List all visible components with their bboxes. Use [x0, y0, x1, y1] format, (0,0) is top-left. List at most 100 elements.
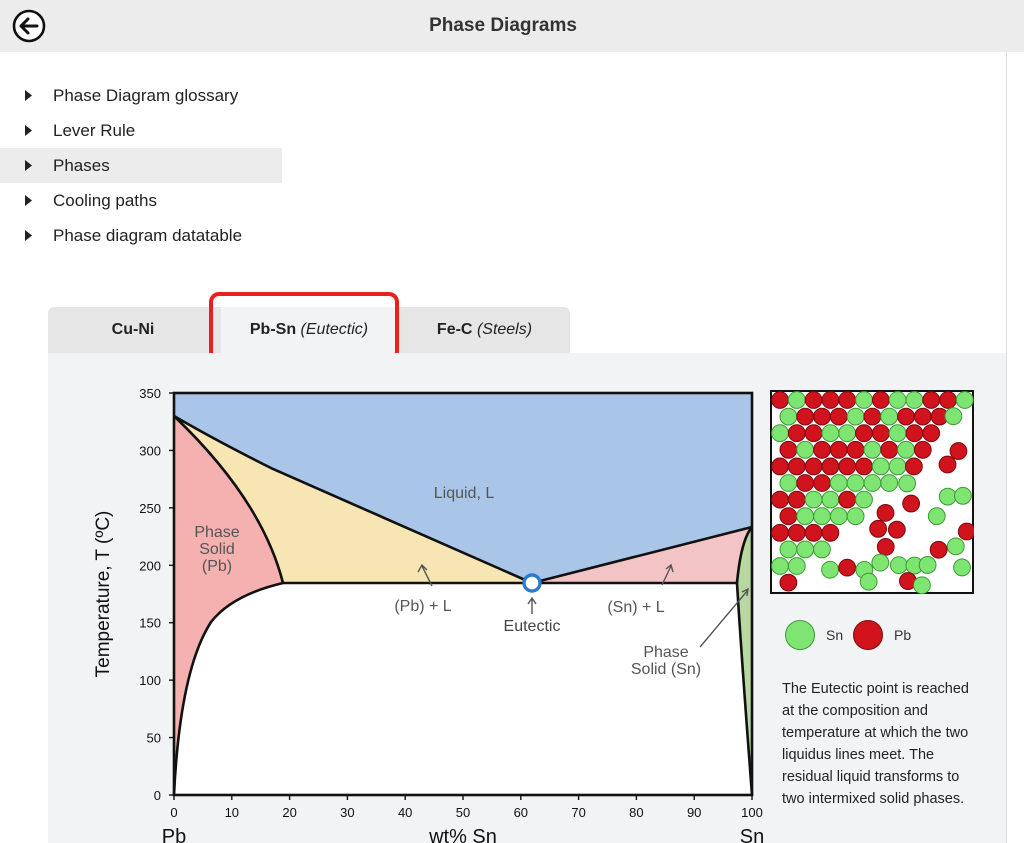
x-tick-label: 60	[514, 805, 528, 820]
pb-atom-icon	[855, 424, 873, 443]
sn-atom-icon	[888, 391, 907, 409]
x-tick-label: 20	[282, 805, 296, 820]
pb-atom-icon	[913, 407, 932, 426]
sn-atom-icon	[846, 474, 865, 492]
sn-atom-icon	[785, 620, 815, 650]
sn-atom-icon	[771, 424, 789, 443]
x-tick-label: 90	[687, 805, 701, 820]
menu-item-cooling-paths[interactable]: Cooling paths	[0, 183, 282, 218]
sn-atom-icon	[779, 474, 798, 492]
y-tick-label: 150	[139, 616, 161, 631]
sn-atom-icon	[821, 424, 840, 443]
sn-atom-icon	[863, 474, 882, 492]
eutectic-point-marker[interactable]	[522, 573, 542, 593]
pb-atom-icon	[779, 507, 798, 526]
region-label-pb-plus-l: (Pb) + L	[394, 598, 451, 615]
pb-atom-icon	[771, 457, 789, 476]
x-tick-label: 70	[571, 805, 585, 820]
eutectic-description: The Eutectic point is reached at the com…	[782, 681, 969, 807]
region-label-sn-plus-l: (Sn) + L	[607, 599, 664, 616]
x-axis-left-label: Pb	[162, 826, 186, 843]
caret-right-icon	[25, 113, 35, 148]
sn-atom-icon	[796, 540, 815, 559]
pb-atom-icon	[779, 573, 798, 592]
sn-atom-icon	[821, 560, 839, 579]
sn-atom-icon	[944, 407, 963, 426]
menu-item-label: Lever Rule	[53, 121, 136, 140]
y-tick-label: 100	[139, 673, 161, 688]
caret-right-icon	[25, 148, 35, 183]
sn-atom-icon	[779, 540, 798, 559]
region-label-solid-sn-line2: Solid (Sn)	[631, 661, 701, 678]
sn-atom-icon	[804, 490, 823, 509]
region-label-solid-pb-line2: Solid	[199, 541, 235, 558]
pb-atom-icon	[902, 494, 921, 513]
pb-atom-icon	[876, 503, 895, 522]
x-tick-label: 0	[170, 805, 177, 820]
menu-item-label: Phase Diagram glossary	[53, 86, 239, 105]
pb-atom-icon	[771, 391, 789, 409]
y-axis-label: Temperature, T (ºC)	[93, 511, 114, 678]
region-label-solid-pb-line3: (Pb)	[202, 558, 232, 575]
top-bar: Phase Diagrams	[0, 0, 1024, 52]
sn-atom-icon	[855, 391, 873, 409]
pb-atom-icon	[787, 490, 806, 509]
menu-item-label: Phases	[53, 156, 110, 175]
menu-item-datatable[interactable]: Phase diagram datatable	[0, 218, 282, 253]
sn-atom-icon	[871, 457, 890, 476]
tab-cu-ni[interactable]: Cu-Ni	[48, 307, 218, 353]
sn-atom-icon	[863, 440, 882, 459]
sn-atom-icon	[846, 507, 865, 526]
legend-label-pb: Pb	[894, 627, 912, 643]
menu-item-phases[interactable]: Phases	[0, 148, 282, 183]
pb-atom-icon	[838, 457, 857, 476]
pb-atom-icon	[869, 519, 888, 538]
sn-atom-icon	[938, 487, 957, 506]
sn-atom-icon	[821, 490, 840, 509]
phase-diagram-chart[interactable]: 0 10 20 30 40 50 60 70 80 90 100 0 50 100 150 200 250 300…	[60, 380, 770, 843]
sn-atom-icon	[787, 391, 806, 409]
sn-atom-icon	[829, 507, 848, 526]
region-label-liquid: Liquid, L	[434, 485, 495, 502]
sn-atom-icon	[889, 556, 908, 575]
pb-atom-icon	[871, 424, 890, 443]
tab-label: Cu-Ni	[111, 321, 155, 338]
sn-atom-icon	[927, 507, 946, 526]
pb-atom-icon	[922, 424, 941, 443]
pb-atom-icon	[880, 440, 899, 459]
topic-menu: Phase Diagram glossary Lever Rule Phases…	[0, 78, 282, 253]
pb-atom-icon	[913, 440, 932, 459]
tab-fe-c[interactable]: Fe-C (Steels)	[399, 307, 570, 353]
pb-atom-icon	[838, 490, 857, 509]
sn-atom-icon	[913, 576, 931, 594]
x-axis-label: wt% Sn	[428, 826, 497, 843]
pb-atom-icon	[939, 391, 957, 409]
caret-right-icon	[25, 218, 35, 253]
pb-atom-icon	[771, 523, 789, 542]
pb-atom-icon	[796, 407, 815, 426]
pb-atom-icon	[871, 391, 890, 409]
pb-atom-icon	[779, 440, 798, 459]
x-tick-label: 30	[340, 805, 354, 820]
sn-atom-icon	[779, 407, 798, 426]
legend-label-sn: Sn	[826, 627, 844, 643]
x-tick-label: 80	[629, 805, 643, 820]
region-label-solid-pb-line1: Phase	[194, 524, 239, 541]
region-two-phases	[174, 583, 752, 795]
sn-atom-icon	[796, 507, 815, 526]
pb-atom-icon	[804, 424, 823, 443]
menu-item-lever-rule[interactable]: Lever Rule	[0, 113, 282, 148]
sn-atom-icon	[855, 490, 873, 509]
selected-tab-highlight	[209, 292, 399, 361]
sn-atom-icon	[898, 474, 917, 493]
pb-atom-icon	[813, 440, 831, 459]
sn-atom-icon	[838, 424, 857, 443]
menu-item-glossary[interactable]: Phase Diagram glossary	[0, 78, 282, 113]
sn-atom-icon	[946, 537, 965, 556]
pb-atom-icon	[905, 424, 924, 443]
pb-atom-icon	[905, 457, 923, 476]
x-tick-label: 10	[225, 805, 239, 820]
y-tick-label: 300	[139, 443, 161, 458]
pb-atom-icon	[853, 620, 883, 650]
sn-atom-icon	[954, 486, 972, 505]
